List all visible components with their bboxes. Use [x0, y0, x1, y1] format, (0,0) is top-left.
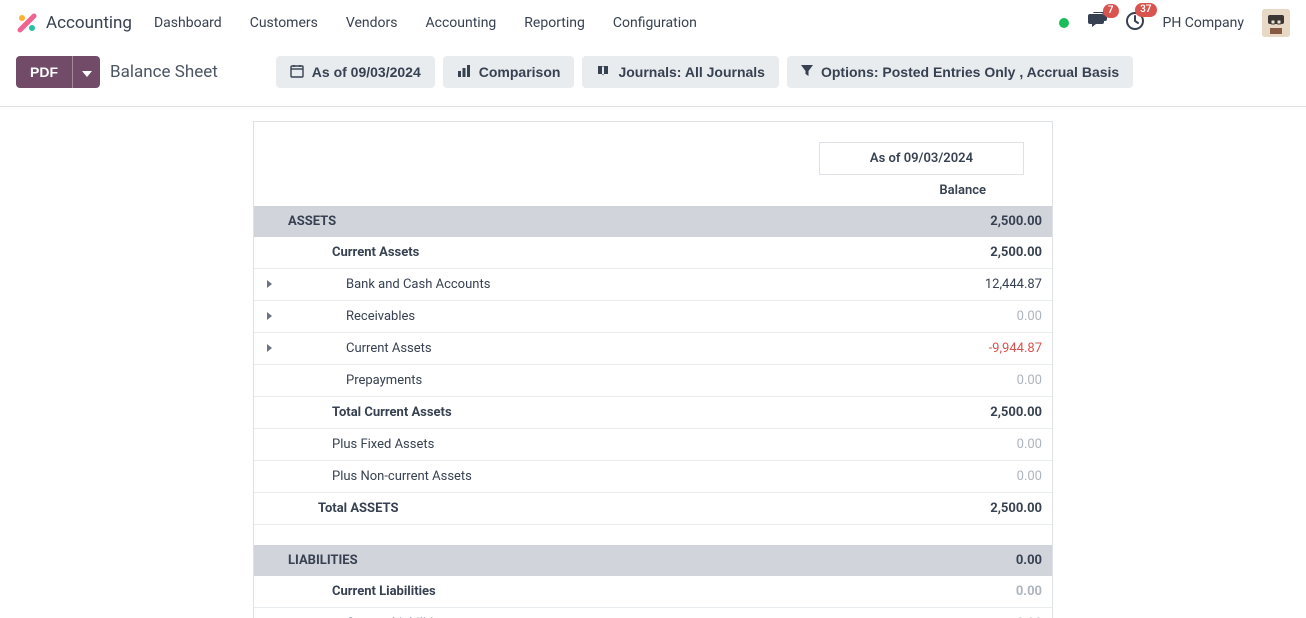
expand-toggle — [254, 397, 284, 429]
messages-button[interactable]: 7 — [1087, 12, 1107, 34]
row-label[interactable]: Current Assets — [284, 333, 902, 365]
messages-badge: 7 — [1103, 4, 1119, 18]
row-label[interactable]: Total Current Assets — [284, 397, 902, 429]
expand-toggle[interactable] — [254, 301, 284, 333]
expand-toggle — [254, 461, 284, 493]
row-value: 2,500.00 — [902, 493, 1052, 525]
expand-toggle[interactable] — [254, 269, 284, 301]
row-label[interactable]: Total ASSETS — [284, 493, 902, 525]
row-value: 12,444.87 — [902, 269, 1052, 301]
caret-right-icon — [267, 344, 272, 352]
export-dropdown-button[interactable] — [72, 56, 100, 88]
row-label[interactable]: Receivables — [284, 301, 902, 333]
filter-comparison-label: Comparison — [479, 64, 561, 80]
section-heading-label: ASSETS — [254, 206, 902, 237]
row-value: 2,500.00 — [902, 237, 1052, 269]
expand-toggle — [254, 493, 284, 525]
report-row: Plus Non-current Assets0.00 — [254, 461, 1052, 493]
section-heading-row: LIABILITIES0.00 — [254, 545, 1052, 576]
report-row: Current Liabilities0.00 — [254, 576, 1052, 608]
row-value: 0.00 — [902, 365, 1052, 397]
report-row: Prepayments0.00 — [254, 365, 1052, 397]
row-value: 0.00 — [902, 429, 1052, 461]
expand-toggle — [254, 429, 284, 461]
filter-icon — [801, 64, 813, 80]
spacer-row — [254, 525, 1052, 545]
report-row: Current Liabilities0.00 — [254, 607, 1052, 618]
export-button-group: PDF — [16, 56, 100, 88]
section-heading-label: LIABILITIES — [254, 545, 902, 576]
expand-toggle — [254, 237, 284, 269]
row-value: 0.00 — [902, 301, 1052, 333]
balance-column-header: Balance — [939, 175, 1024, 206]
page-title: Balance Sheet — [110, 62, 218, 82]
report-row: Receivables0.00 — [254, 301, 1052, 333]
export-pdf-button[interactable]: PDF — [16, 56, 72, 88]
row-label[interactable]: Plus Fixed Assets — [284, 429, 902, 461]
section-heading-value: 2,500.00 — [902, 206, 1052, 237]
presence-indicator-icon — [1059, 18, 1069, 28]
expand-toggle[interactable] — [254, 333, 284, 365]
filter-as-of-label: As of 09/03/2024 — [312, 64, 421, 80]
top-nav: Accounting Dashboard Customers Vendors A… — [0, 0, 1306, 46]
filter-as-of[interactable]: As of 09/03/2024 — [276, 56, 435, 88]
report-row: Total Current Assets2,500.00 — [254, 397, 1052, 429]
row-label[interactable]: Plus Non-current Assets — [284, 461, 902, 493]
balance-sheet-report: As of 09/03/2024 Balance ASSETS2,500.00C… — [253, 121, 1053, 618]
report-scroll-area[interactable]: As of 09/03/2024 Balance ASSETS2,500.00C… — [0, 107, 1306, 618]
section-heading-row: ASSETS2,500.00 — [254, 206, 1052, 237]
report-date-box: As of 09/03/2024 — [819, 142, 1024, 175]
main-menu: Dashboard Customers Vendors Accounting R… — [154, 15, 697, 31]
filter-journals-label: Journals: All Journals — [618, 64, 765, 80]
section-heading-value: 0.00 — [902, 545, 1052, 576]
filter-options[interactable]: Options: Posted Entries Only , Accrual B… — [787, 56, 1133, 88]
caret-right-icon — [267, 280, 272, 288]
company-switcher[interactable]: PH Company — [1163, 15, 1245, 31]
row-value: 0.00 — [902, 576, 1052, 608]
report-row: Bank and Cash Accounts12,444.87 — [254, 269, 1052, 301]
row-label[interactable]: Current Assets — [284, 237, 902, 269]
app-name: Accounting — [46, 13, 132, 33]
brand[interactable]: Accounting — [16, 12, 132, 34]
book-icon — [596, 64, 610, 81]
row-value: -9,944.87 — [902, 333, 1052, 365]
user-avatar[interactable] — [1262, 9, 1290, 37]
top-right: 7 37 PH Company — [1059, 9, 1291, 37]
balance-sheet-table: ASSETS2,500.00Current Assets2,500.00Bank… — [254, 206, 1052, 618]
activities-button[interactable]: 37 — [1125, 11, 1145, 35]
menu-vendors[interactable]: Vendors — [346, 15, 398, 31]
bar-chart-icon — [457, 64, 471, 81]
expand-toggle — [254, 365, 284, 397]
filter-journals[interactable]: Journals: All Journals — [582, 56, 779, 88]
caret-down-icon — [82, 65, 92, 80]
row-value: 0.00 — [902, 461, 1052, 493]
caret-right-icon — [267, 312, 272, 320]
report-toolbar: PDF Balance Sheet As of 09/03/2024 Compa… — [0, 46, 1306, 107]
filter-options-label: Options: Posted Entries Only , Accrual B… — [821, 64, 1119, 80]
expand-toggle — [254, 576, 284, 608]
app-logo-icon — [16, 12, 38, 34]
activities-badge: 37 — [1135, 3, 1156, 17]
row-label[interactable]: Current Liabilities — [284, 576, 902, 608]
report-row: Current Assets2,500.00 — [254, 237, 1052, 269]
report-row: Current Assets-9,944.87 — [254, 333, 1052, 365]
row-value: 2,500.00 — [902, 397, 1052, 429]
calendar-icon — [290, 64, 304, 81]
expand-toggle[interactable] — [254, 607, 284, 618]
report-row: Plus Fixed Assets0.00 — [254, 429, 1052, 461]
row-label[interactable]: Bank and Cash Accounts — [284, 269, 902, 301]
row-label[interactable]: Current Liabilities — [284, 607, 902, 618]
menu-reporting[interactable]: Reporting — [524, 15, 585, 31]
menu-configuration[interactable]: Configuration — [613, 15, 697, 31]
menu-dashboard[interactable]: Dashboard — [154, 15, 222, 31]
menu-customers[interactable]: Customers — [250, 15, 318, 31]
filter-comparison[interactable]: Comparison — [443, 56, 575, 88]
row-label[interactable]: Prepayments — [284, 365, 902, 397]
report-row: Total ASSETS2,500.00 — [254, 493, 1052, 525]
menu-accounting[interactable]: Accounting — [425, 15, 496, 31]
row-value: 0.00 — [902, 607, 1052, 618]
